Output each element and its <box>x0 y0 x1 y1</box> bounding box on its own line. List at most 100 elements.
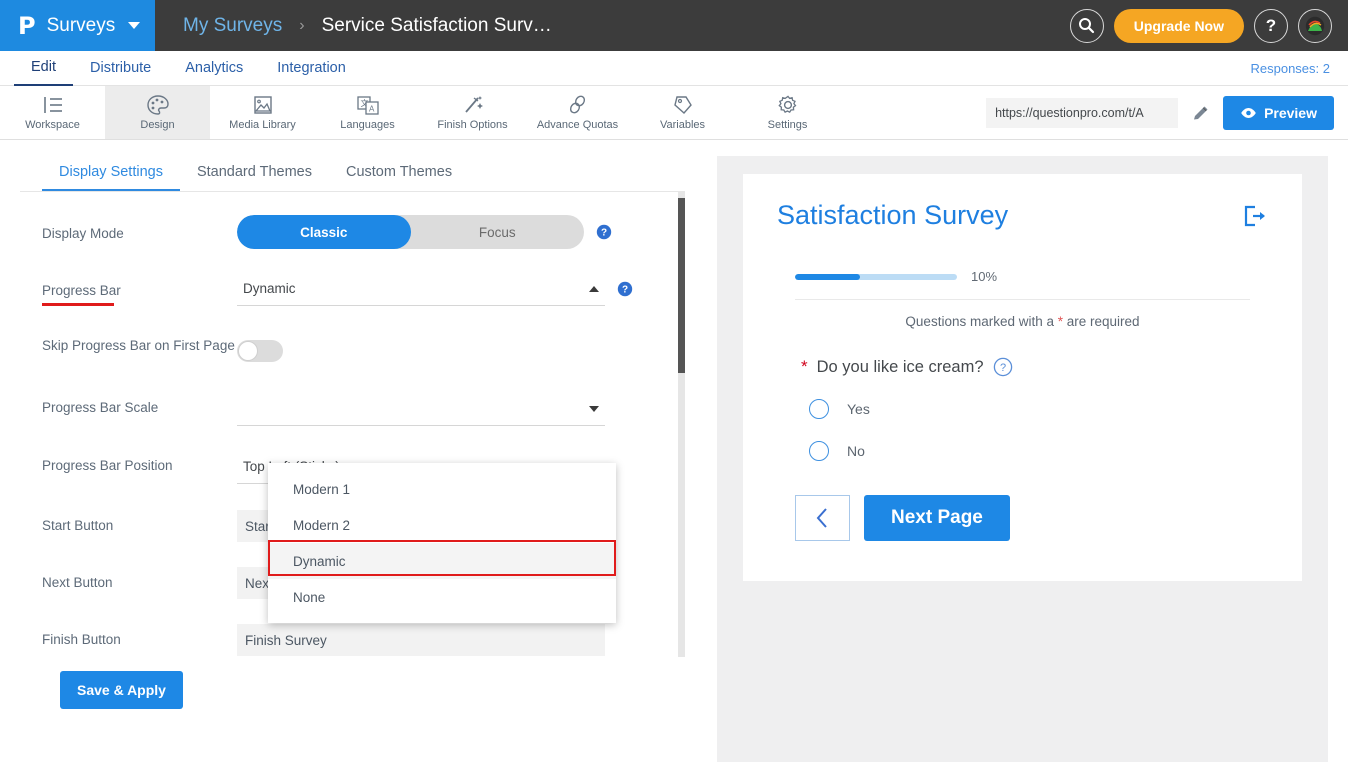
breadcrumb-my-surveys[interactable]: My Surveys <box>183 15 282 37</box>
toolbar-item-workspace[interactable]: Workspace <box>0 86 105 139</box>
breadcrumb: My Surveys › Service Satisfaction Surv… <box>183 15 552 37</box>
option-label: Yes <box>847 401 870 417</box>
toolbar-item-variables[interactable]: Variables <box>630 86 735 139</box>
questionpro-logo-icon: P <box>18 11 36 40</box>
question-mark-icon: ? <box>1265 15 1277 35</box>
upgrade-now-button[interactable]: Upgrade Now <box>1113 8 1244 43</box>
display-settings-panel: Display Settings Standard Themes Custom … <box>20 156 685 762</box>
display-mode-focus[interactable]: Focus <box>411 215 585 249</box>
magic-wand-icon <box>464 96 483 113</box>
field-progress-bar-scale: Progress Bar Scale <box>20 392 685 426</box>
survey-body: 10% Questions marked with a * are requir… <box>777 247 1268 581</box>
brand-label: Surveys <box>46 14 116 36</box>
question-circle-icon[interactable]: ? <box>993 357 1013 377</box>
nav-tab-distribute[interactable]: Distribute <box>73 51 168 85</box>
tag-icon <box>673 96 692 114</box>
panel-tab-display-settings[interactable]: Display Settings <box>42 156 180 191</box>
field-progress-bar: Progress Bar Dynamic ? <box>20 272 685 306</box>
skip-progress-toggle[interactable] <box>237 340 283 362</box>
preview-button[interactable]: Preview <box>1223 96 1334 130</box>
nav-tab-analytics[interactable]: Analytics <box>168 51 260 85</box>
radio-icon[interactable] <box>809 399 829 419</box>
chain-link-icon <box>569 95 585 114</box>
display-mode-classic[interactable]: Classic <box>237 215 411 249</box>
question-text: Do you like ice cream? <box>816 357 984 376</box>
field-label: Progress Bar Scale <box>42 400 159 415</box>
pencil-icon <box>1194 106 1208 119</box>
settings-scrollbar-thumb[interactable] <box>678 198 685 373</box>
preview-label: Preview <box>1264 105 1317 121</box>
finish-button-input[interactable]: Finish Survey <box>237 624 605 656</box>
svg-text:A: A <box>369 105 375 114</box>
dropdown-option-modern-1[interactable]: Modern 1 <box>268 471 616 507</box>
field-label: Progress Bar Position <box>42 458 173 473</box>
help-button[interactable]: ? <box>1254 8 1288 43</box>
toolbar-label: Workspace <box>25 119 80 131</box>
chevron-down-icon <box>589 405 599 412</box>
save-and-apply-button[interactable]: Save & Apply <box>60 671 183 709</box>
toolbar-label: Languages <box>340 119 395 131</box>
brand-surveys-menu[interactable]: P Surveys <box>0 0 155 51</box>
responses-count[interactable]: Responses: 2 <box>1251 61 1331 76</box>
dropdown-option-modern-2[interactable]: Modern 2 <box>268 507 616 543</box>
nav-tab-integration[interactable]: Integration <box>260 51 363 85</box>
dropdown-option-dynamic[interactable]: Dynamic <box>268 543 616 579</box>
panel-tabs: Display Settings Standard Themes Custom … <box>20 156 685 192</box>
avatar-button[interactable] <box>1298 8 1332 43</box>
progress-bar-fill <box>795 273 860 280</box>
field-label: Finish Button <box>42 632 121 647</box>
header-actions: Upgrade Now ? <box>1069 0 1332 51</box>
toolbar-label: Design <box>140 119 175 131</box>
toolbar-label: Advance Quotas <box>536 119 619 131</box>
survey-nav-buttons: Next Page <box>777 461 1268 541</box>
svg-text:?: ? <box>601 228 607 239</box>
required-note-post: are required <box>1063 314 1140 329</box>
dropdown-option-none[interactable]: None <box>268 579 616 615</box>
toolbar-item-design[interactable]: Design <box>105 86 210 139</box>
panel-tab-standard-themes[interactable]: Standard Themes <box>180 156 329 191</box>
edit-url-button[interactable] <box>1191 104 1210 123</box>
toolbar-item-languages[interactable]: 文 A Languages <box>315 86 420 139</box>
option-label: No <box>847 443 865 459</box>
breadcrumb-separator-icon: › <box>299 16 305 34</box>
toolbar-label: Finish Options <box>437 119 508 131</box>
nav-tab-edit[interactable]: Edit <box>14 50 73 86</box>
toggle-knob <box>238 341 258 361</box>
progress-percent: 10% <box>971 269 998 284</box>
breadcrumb-current-survey: Service Satisfaction Surv… <box>321 14 552 36</box>
toolbar-item-settings[interactable]: Settings <box>735 86 840 139</box>
help-circle-icon[interactable]: ? <box>596 224 612 240</box>
search-icon <box>1079 18 1095 34</box>
required-asterisk: * <box>801 357 808 376</box>
help-circle-icon[interactable]: ? <box>617 281 633 297</box>
translate-icon: 文 A <box>356 96 379 115</box>
panel-tab-custom-themes[interactable]: Custom Themes <box>329 156 469 191</box>
progress-bar-select[interactable]: Dynamic <box>237 272 605 306</box>
next-page-button[interactable]: Next Page <box>864 495 1010 541</box>
back-button[interactable] <box>795 495 850 541</box>
progress-bar-scale-select[interactable] <box>237 392 605 426</box>
progress-bar <box>795 273 957 280</box>
toolbar-item-finish-options[interactable]: Finish Options <box>420 86 525 139</box>
chevron-left-icon <box>816 508 827 528</box>
toolbar-item-media-library[interactable]: Media Library <box>210 86 315 139</box>
field-label: Skip Progress Bar on First Page <box>42 338 235 353</box>
toolbar-label: Settings <box>767 119 808 131</box>
user-avatar-icon <box>1305 16 1325 35</box>
survey-url-field[interactable]: https://questionpro.com/t/A <box>986 98 1179 128</box>
display-mode-toggle[interactable]: Classic Focus <box>237 215 584 249</box>
design-toolbar: Workspace Design Media Library 文 A Langu… <box>0 86 1348 140</box>
search-button[interactable] <box>1069 8 1104 43</box>
progress-bar-value: Dynamic <box>243 281 296 296</box>
exit-arrow-icon[interactable] <box>1242 204 1268 228</box>
field-label: Next Button <box>42 575 113 590</box>
gear-icon <box>777 95 796 114</box>
field-display-mode: Display Mode Classic Focus ? <box>20 215 685 249</box>
survey-preview-panel: Satisfaction Survey 10% Questions marked… <box>717 156 1328 762</box>
svg-text:?: ? <box>622 285 628 296</box>
toolbar-item-advance-quotas[interactable]: Advance Quotas <box>525 86 630 139</box>
answer-option-no[interactable]: No <box>777 419 1268 461</box>
radio-icon[interactable] <box>809 441 829 461</box>
progress-bar-dropdown-menu[interactable]: Modern 1 Modern 2 Dynamic None <box>268 463 616 623</box>
answer-option-yes[interactable]: Yes <box>777 377 1268 419</box>
